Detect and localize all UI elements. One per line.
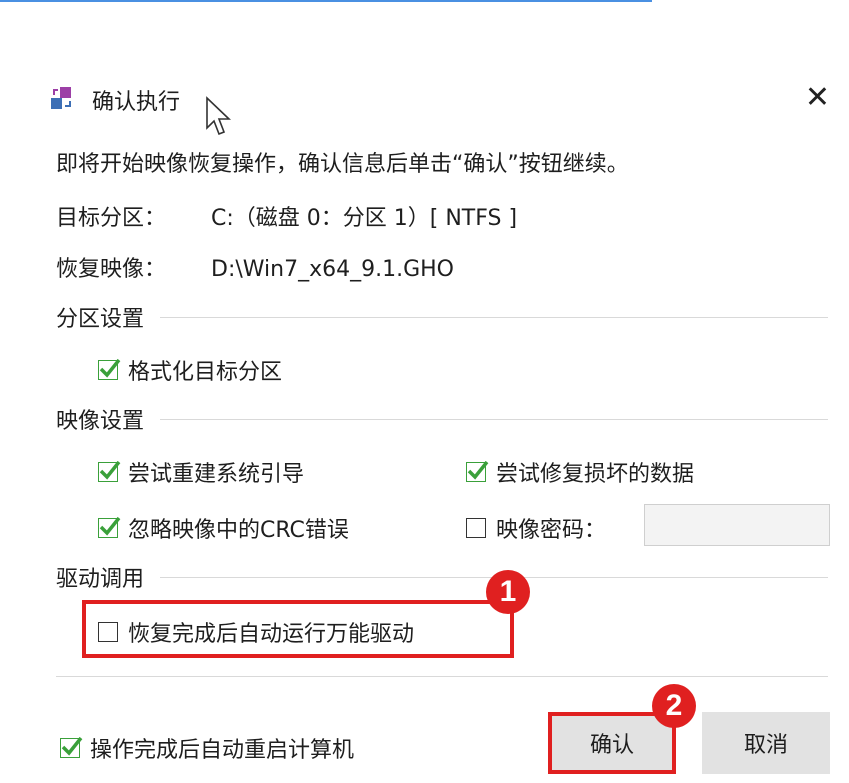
step-badge-1: 1 [486,570,530,614]
checkbox-checked-icon [466,460,489,482]
auto-restart-label: 操作完成后自动重启计算机 [90,738,355,763]
close-icon[interactable]: ✕ [805,78,830,118]
top-accent-line [0,0,652,2]
driver-section-title: 驱动调用 [56,567,145,592]
auto-restart-checkbox[interactable]: 操作完成后自动重启计算机 [60,732,354,764]
target-partition-row: 目标分区： C:（磁盘 0：分区 1）[ NTFS ] [56,200,517,232]
target-partition-value: C:（磁盘 0：分区 1）[ NTFS ] [211,206,518,231]
window-title: 确认执行 [92,90,181,115]
checkbox-unchecked-icon [466,518,486,538]
cancel-button[interactable]: 取消 [702,712,830,774]
restore-image-label: 恢复映像： [56,257,167,282]
ignore-crc-label: 忽略映像中的CRC错误 [128,518,349,543]
format-target-label: 格式化目标分区 [128,360,283,385]
checkbox-checked-icon [98,516,121,538]
repair-data-label: 尝试修复损坏的数据 [496,462,695,487]
footer-divider [56,676,828,677]
image-password-label: 映像密码： [496,518,607,543]
image-settings-section: 映像设置 [56,404,828,434]
confirm-button[interactable]: 确认 [548,712,676,774]
app-icon [50,86,74,110]
confirm-message: 即将开始映像恢复操作，确认信息后单击“确认”按钮继续。 [56,152,629,177]
mouse-cursor-icon [205,96,235,142]
checkbox-checked-icon [98,460,121,482]
step-badge-2: 2 [652,684,696,728]
image-password-checkbox[interactable]: 映像密码： [466,512,606,544]
partition-settings-section: 分区设置 [56,302,828,332]
driver-section: 驱动调用 [56,562,828,592]
image-password-input[interactable] [644,504,830,546]
checkbox-checked-icon [98,358,121,380]
highlight-box-1 [82,600,514,658]
restore-image-row: 恢复映像： D:\Win7_x64_9.1.GHO [56,251,454,283]
title-bar: 确认执行 ✕ [50,78,840,118]
repair-data-checkbox[interactable]: 尝试修复损坏的数据 [466,456,694,488]
rebuild-boot-checkbox[interactable]: 尝试重建系统引导 [98,456,304,488]
section-divider [160,418,828,420]
ignore-crc-checkbox[interactable]: 忽略映像中的CRC错误 [98,512,349,544]
rebuild-boot-label: 尝试重建系统引导 [128,462,305,487]
checkbox-checked-icon [60,736,83,758]
restore-image-value: D:\Win7_x64_9.1.GHO [211,257,454,282]
section-divider [160,316,828,318]
target-partition-label: 目标分区： [56,206,167,231]
partition-settings-title: 分区设置 [56,307,145,332]
image-settings-title: 映像设置 [56,409,145,434]
format-target-checkbox[interactable]: 格式化目标分区 [98,354,282,386]
